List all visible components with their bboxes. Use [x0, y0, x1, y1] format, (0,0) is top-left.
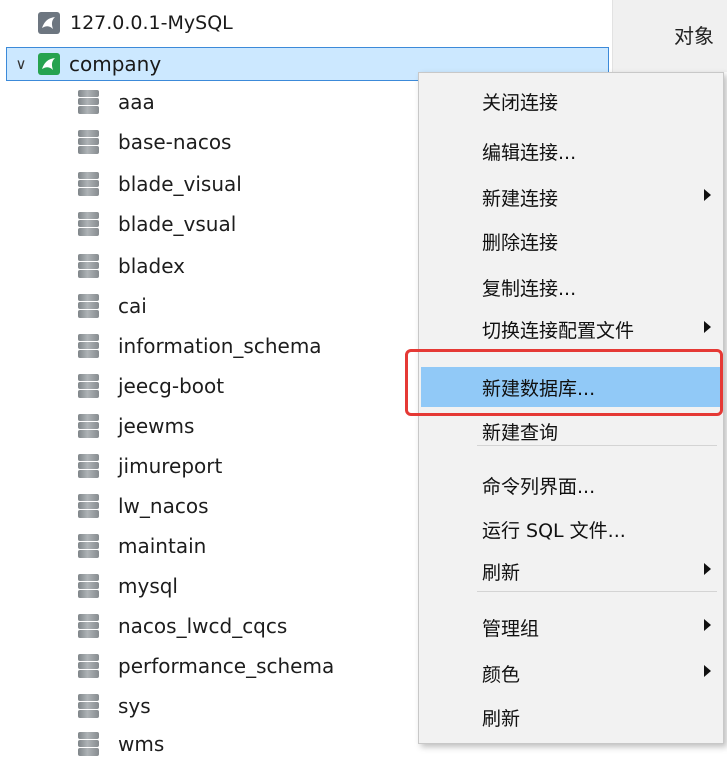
context-menu-item[interactable]: 关闭连接 — [421, 81, 721, 121]
database-item[interactable]: maintain — [78, 527, 408, 565]
context-menu-item[interactable]: 切换连接配置文件 — [421, 309, 721, 349]
database-label: mysql — [118, 574, 178, 598]
database-label: base-nacos — [118, 130, 232, 154]
mysql-connection-icon — [38, 12, 60, 34]
submenu-arrow-icon — [704, 619, 711, 631]
database-icon — [78, 731, 99, 757]
database-item[interactable]: bladex — [78, 247, 408, 285]
database-label: blade_vsual — [118, 212, 237, 236]
context-menu-item[interactable]: 命令列界面... — [421, 465, 721, 505]
database-label: sys — [118, 694, 151, 718]
context-menu-item[interactable]: 刷新 — [421, 697, 721, 737]
connection-label: company — [69, 52, 162, 76]
database-icon — [78, 453, 99, 479]
menu-separator — [477, 591, 717, 592]
context-menu-item[interactable]: 删除连接 — [421, 221, 721, 261]
context-menu-item-label: 切换连接配置文件 — [482, 319, 635, 342]
database-icon — [78, 653, 99, 679]
context-menu-item-label: 刷新 — [482, 561, 521, 584]
database-icon — [78, 211, 99, 237]
submenu-arrow-icon — [704, 665, 711, 677]
context-menu-item-label: 管理组 — [482, 617, 540, 640]
database-item[interactable]: cai — [78, 287, 408, 325]
context-menu-item-label: 刷新 — [482, 707, 521, 730]
connection-item-localhost[interactable]: 127.0.0.1-MySQL — [0, 4, 600, 42]
context-menu-item[interactable]: 运行 SQL 文件... — [421, 509, 721, 549]
context-menu-item-label: 新建连接 — [482, 187, 559, 210]
database-icon — [78, 533, 99, 559]
chevron-down-icon[interactable]: ∨ — [10, 53, 32, 75]
database-icon — [78, 333, 99, 359]
context-menu-item[interactable]: 管理组 — [421, 607, 721, 647]
database-icon — [78, 693, 99, 719]
database-label: cai — [118, 294, 147, 318]
context-menu-item-label: 删除连接 — [482, 231, 559, 254]
database-item[interactable]: aaa — [78, 83, 408, 121]
database-item[interactable]: mysql — [78, 567, 408, 605]
database-icon — [78, 573, 99, 599]
submenu-arrow-icon — [704, 563, 711, 575]
database-item[interactable]: sys — [78, 687, 408, 725]
database-item[interactable]: jeewms — [78, 407, 408, 445]
database-label: nacos_lwcd_cqcs — [118, 614, 288, 638]
context-menu-item-label: 复制连接... — [482, 277, 577, 300]
database-icon — [78, 413, 99, 439]
database-label: aaa — [118, 90, 155, 114]
context-menu-item-label: 关闭连接 — [482, 91, 559, 114]
context-menu-item-label: 运行 SQL 文件... — [482, 519, 626, 542]
context-menu-item[interactable]: 复制连接... — [421, 267, 721, 307]
database-item[interactable]: information_schema — [78, 327, 408, 365]
context-menu-item-label: 颜色 — [482, 663, 521, 686]
context-menu-item[interactable]: 颜色 — [421, 653, 721, 693]
database-label: blade_visual — [118, 172, 242, 196]
database-item[interactable]: wms — [78, 725, 408, 763]
context-menu-item-label: 编辑连接... — [482, 141, 577, 164]
mysql-connection-icon — [38, 53, 60, 75]
database-label: jimureport — [118, 454, 223, 478]
submenu-arrow-icon — [704, 321, 711, 333]
menu-separator — [477, 445, 717, 446]
database-icon — [78, 293, 99, 319]
database-icon — [78, 89, 99, 115]
database-icon — [78, 253, 99, 279]
database-item[interactable]: jeecg-boot — [78, 367, 408, 405]
database-icon — [78, 171, 99, 197]
database-item[interactable]: blade_vsual — [78, 205, 408, 243]
database-label: bladex — [118, 254, 185, 278]
objects-tab-label: 对象 — [674, 24, 714, 48]
connection-label: 127.0.0.1-MySQL — [70, 12, 233, 34]
database-icon — [78, 493, 99, 519]
context-menu-item[interactable]: 刷新 — [421, 551, 721, 591]
database-label: jeewms — [118, 414, 195, 438]
context-menu-item-label: 新建查询 — [482, 421, 559, 444]
database-label: jeecg-boot — [118, 374, 225, 398]
database-label: lw_nacos — [118, 494, 209, 518]
context-menu-item[interactable]: 新建连接 — [421, 177, 721, 217]
database-item[interactable]: lw_nacos — [78, 487, 408, 525]
database-item[interactable]: blade_visual — [78, 165, 408, 203]
database-icon — [78, 129, 99, 155]
objects-tab[interactable]: 对象 — [612, 0, 727, 72]
annotation-highlight-box — [405, 349, 723, 416]
database-label: maintain — [118, 534, 207, 558]
database-label: information_schema — [118, 334, 322, 358]
database-label: performance_schema — [118, 654, 335, 678]
database-item[interactable]: jimureport — [78, 447, 408, 485]
database-label: wms — [118, 732, 165, 756]
context-menu-item[interactable]: 编辑连接... — [421, 131, 721, 171]
database-item[interactable]: base-nacos — [78, 123, 408, 161]
database-item[interactable]: performance_schema — [78, 647, 408, 685]
database-icon — [78, 613, 99, 639]
context-menu-item-label: 命令列界面... — [482, 475, 596, 498]
database-icon — [78, 373, 99, 399]
database-item[interactable]: nacos_lwcd_cqcs — [78, 607, 408, 645]
submenu-arrow-icon — [704, 189, 711, 201]
